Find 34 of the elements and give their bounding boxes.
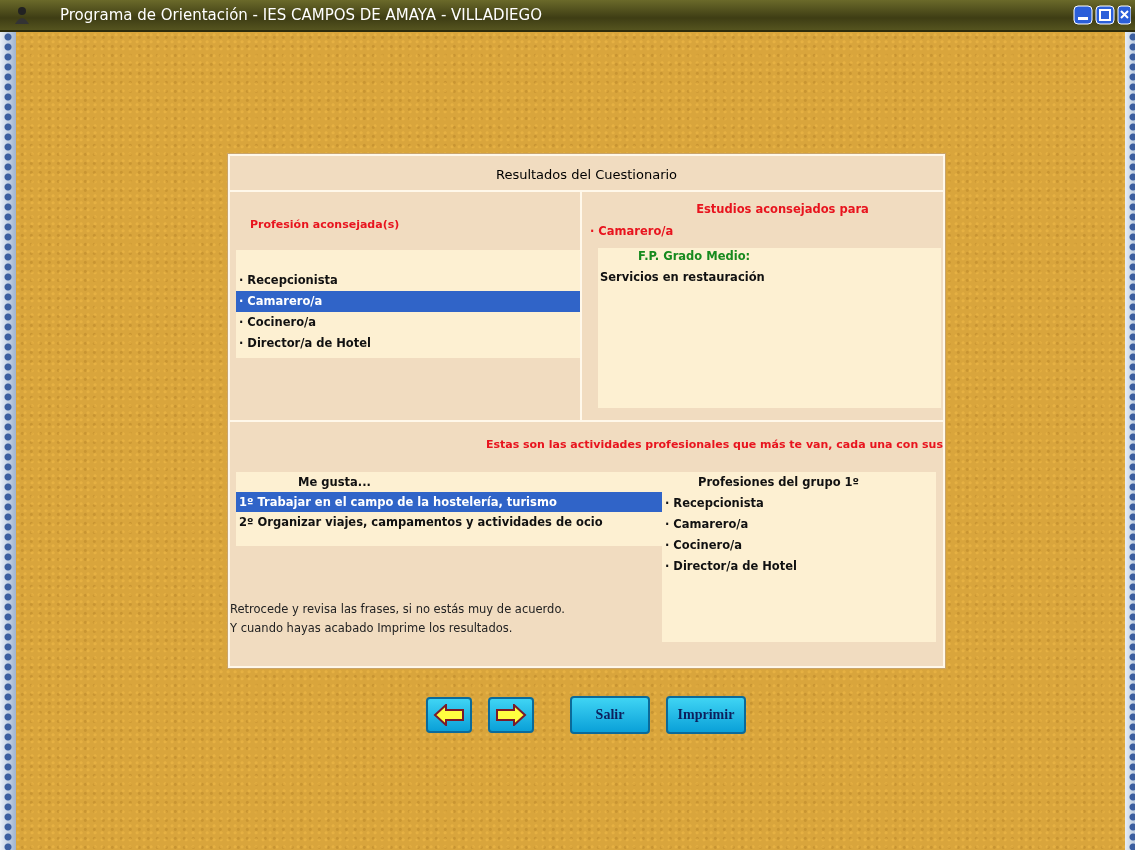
list-item: · Cocinero/a xyxy=(664,537,743,554)
back-button[interactable] xyxy=(426,697,472,733)
window-title: Programa de Orientación - IES CAMPOS DE AMAYA - VILLADIEGO xyxy=(60,6,543,24)
list-item[interactable]: 1º Trabajar en el campo de la hostelería, turismo xyxy=(236,492,662,512)
level-heading: F.P. Grado Medio: xyxy=(637,248,752,265)
close-button[interactable] xyxy=(1117,5,1131,25)
action-button[interactable]: Imprimir xyxy=(666,696,746,734)
note-text: Retrocede y revisa las frases, si no estás muy de acuerdo. xyxy=(230,602,566,618)
minimize-button[interactable] xyxy=(1073,5,1093,25)
note-text: Y cuando hayas acabado Imprime los resultados. xyxy=(230,621,514,637)
intro-text: Estas son las actividades profesionales que más te van, cada una con sus xyxy=(484,438,943,453)
list-item: · Recepcionista xyxy=(664,495,765,512)
profession-list[interactable]: · Recepcionista · Camarero/a · Cocinero/a · Director/a de Hotel xyxy=(236,250,580,358)
list-item[interactable]: · Director/a de Hotel xyxy=(236,333,580,354)
forward-button[interactable] xyxy=(488,697,534,733)
right-arrow-icon xyxy=(495,704,527,726)
profession-label: · Camarero/a xyxy=(589,224,675,240)
list-item[interactable]: · Recepcionista xyxy=(236,270,580,291)
column-heading: Me gusta... xyxy=(297,474,372,491)
list-item[interactable]: · Camarero/a xyxy=(236,291,580,312)
likes-list[interactable]: Me gusta... 1º Trabajar en el campo de la hostelería, turismo 2º Organizar viajes, campamentos y actividades de ocio xyxy=(236,472,662,546)
list-item[interactable]: 2º Organizar viajes, campamentos y actividades de ocio xyxy=(236,512,662,532)
maximize-button[interactable] xyxy=(1095,5,1115,25)
list-item[interactable]: · Cocinero/a xyxy=(236,312,580,333)
panel-title: Resultados del Cuestionario xyxy=(230,156,943,192)
study-item: Servicios en restauración xyxy=(599,270,766,284)
action-button[interactable]: Salir xyxy=(570,696,650,734)
left-arrow-icon xyxy=(433,704,465,726)
section-heading: Estudios aconsejados para xyxy=(695,202,870,218)
section-heading: Profesión aconsejada(s) xyxy=(249,218,401,233)
list-item: · Camarero/a xyxy=(664,516,750,533)
list-item: · Director/a de Hotel xyxy=(664,558,798,575)
column-heading: Profesiones del grupo 1º xyxy=(697,474,861,491)
app-icon xyxy=(14,6,30,24)
